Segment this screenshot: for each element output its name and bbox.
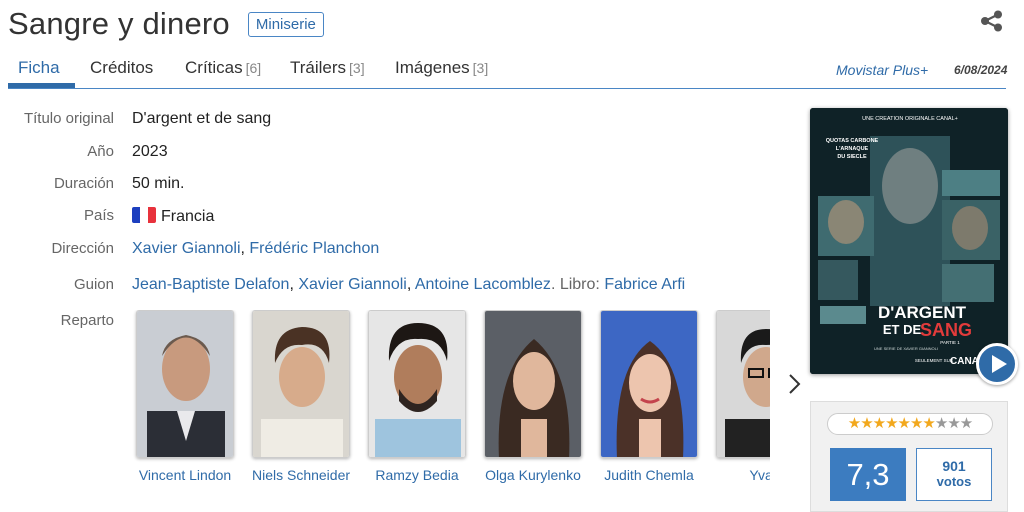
stars-filled: ★★★★★★★ [847, 415, 936, 432]
tab-criticas[interactable]: Críticas [6] [185, 58, 261, 78]
release-platform-link[interactable]: Movistar Plus+ [836, 62, 928, 78]
stars-empty: ★★★ [934, 415, 973, 432]
cast-photo [136, 310, 234, 458]
tab-count: [3] [349, 60, 365, 76]
average-score: 7,3 [830, 448, 906, 501]
release-date: 6/08/2024 [954, 63, 1008, 77]
cast-card[interactable]: Yvan [712, 310, 770, 485]
tab-count: [3] [472, 60, 489, 76]
book-label: Libro: [559, 276, 600, 293]
tab-trailers[interactable]: Tráilers [3] [290, 58, 365, 78]
poster-only-on: SEULEMENT SUR [915, 358, 954, 363]
share-icon[interactable] [979, 10, 1005, 32]
writer-link[interactable]: Xavier Giannoli [298, 276, 407, 293]
tab-ficha[interactable]: Ficha [18, 58, 60, 78]
country-value: Francia [132, 207, 214, 226]
tab-label: Tráilers [290, 58, 347, 77]
original-title-value: D'argent et de sang [132, 110, 272, 127]
title-row: Sangre y dinero Miniserie [8, 4, 324, 44]
poster-title-line: SANG [920, 320, 972, 340]
direction-value: Xavier Giannoli, Frédéric Planchon [132, 240, 380, 257]
active-tab-indicator [8, 83, 75, 88]
poster-tagline: DU SIECLE [837, 154, 867, 160]
play-icon[interactable] [976, 343, 1018, 385]
country-label: País [83, 207, 114, 224]
book-author-link[interactable]: Fabrice Arfi [604, 276, 685, 293]
writer-link[interactable]: Jean-Baptiste Delafon [132, 276, 289, 293]
chevron-right-icon[interactable] [784, 372, 804, 396]
tab-imagenes[interactable]: Imágenes [3] [395, 58, 488, 78]
tab-label: Créditos [90, 58, 154, 77]
tab-creditos[interactable]: Créditos [90, 58, 153, 78]
cast-name: Olga Kurylenko [485, 467, 581, 483]
director-link[interactable]: Frédéric Planchon [249, 240, 379, 257]
cast-photo [368, 310, 466, 458]
cast-card[interactable]: Judith Chemla [596, 310, 702, 485]
original-title-label: Título original [23, 110, 114, 127]
star-rating[interactable]: ★★★★★★★★★★ [827, 413, 993, 435]
tab-bar: Ficha Créditos Críticas [6] Tráilers [3] I… [8, 52, 1008, 89]
cast-label: Reparto [60, 312, 114, 329]
tab-label: Ficha [18, 58, 60, 77]
votes-label: votos [936, 474, 972, 489]
direction-label: Dirección [51, 240, 114, 257]
script-value: Jean-Baptiste Delafon, Xavier Giannoli, … [132, 276, 686, 293]
cast-name: Niels Schneider [251, 467, 351, 483]
tab-count: [6] [245, 60, 262, 76]
votes-count: 901 [942, 458, 966, 474]
poster-top-line: UNE CREATION ORIGINALE CANAL+ [862, 116, 958, 122]
poster-part: PARTIE 1 [940, 340, 960, 345]
duration-label: Duración [53, 175, 114, 192]
poster-tagline: QUOTAS CARBONE [826, 138, 879, 144]
cast-name: Judith Chemla [604, 467, 694, 483]
poster-title-line: ET DE [883, 322, 922, 337]
votes-button[interactable]: 901 votos [916, 448, 992, 501]
poster-tagline: L'ARNAQUE [836, 146, 869, 152]
cast-name: Vincent Lindon [138, 467, 232, 483]
cast-card[interactable]: Ramzy Bedia [364, 310, 470, 485]
director-link[interactable]: Xavier Giannoli [132, 240, 241, 257]
cast-name: Yvan [749, 467, 770, 483]
year-value: 2023 [132, 143, 168, 160]
duration-value: 50 min. [132, 175, 185, 192]
cast-card[interactable]: Vincent Lindon [132, 310, 238, 485]
cast-photo [716, 310, 770, 458]
cast-strip: Vincent Lindon Niels Schneider Ramzy Bed… [132, 310, 770, 512]
cast-card[interactable]: Olga Kurylenko [480, 310, 586, 485]
script-label: Guion [73, 276, 114, 293]
cast-card[interactable]: Niels Schneider [248, 310, 354, 485]
type-badge[interactable]: Miniserie [247, 11, 324, 37]
country-name: Francia [161, 208, 215, 225]
tab-label: Críticas [185, 58, 243, 77]
poster-image[interactable]: UNE CREATION ORIGINALE CANAL+ QUOTAS CAR… [810, 108, 1008, 374]
cast-photo [484, 310, 582, 458]
tab-label: Imágenes [395, 58, 470, 77]
year-label: Año [87, 143, 114, 160]
cast-photo [252, 310, 350, 458]
cast-name: Ramzy Bedia [375, 467, 459, 483]
poster-credit: UNE SERIE DE XAVIER GIANNOLI [874, 346, 938, 351]
cast-photo [600, 310, 698, 458]
writer-link[interactable]: Antoine Lacomblez [415, 276, 551, 293]
page-title: Sangre y dinero [8, 6, 230, 41]
rating-box: ★★★★★★★★★★ 7,3 901 votos [810, 401, 1008, 512]
france-flag-icon [132, 207, 156, 223]
